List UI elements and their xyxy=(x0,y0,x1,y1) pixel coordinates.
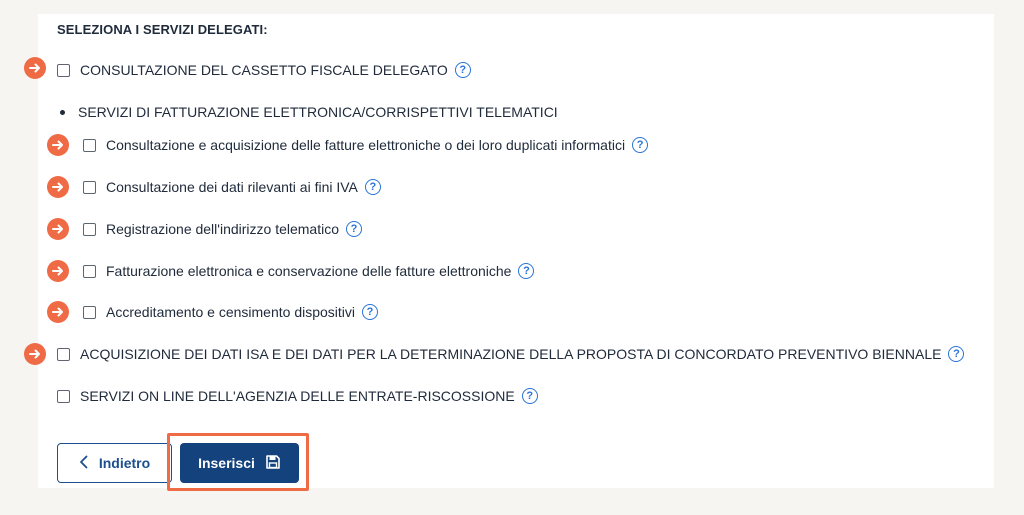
question-circle-icon[interactable]: ? xyxy=(521,388,538,404)
back-button[interactable]: Indietro xyxy=(57,443,172,483)
service-label: SERVIZI ON LINE DELL'AGENZIA DELLE ENTRA… xyxy=(80,388,515,404)
question-circle-icon[interactable]: ? xyxy=(364,179,381,195)
service-sub-row[interactable]: Consultazione e acquisizione delle fattu… xyxy=(83,135,649,155)
service-label: Registrazione dell'indirizzo telematico xyxy=(106,221,340,237)
question-circle-icon[interactable]: ? xyxy=(346,221,363,237)
chevron-left-icon xyxy=(79,455,89,472)
arrow-right-icon xyxy=(24,343,46,365)
service-sub-row[interactable]: Accreditamento e censimento dispositivi … xyxy=(83,302,379,322)
insert-button[interactable]: Inserisci xyxy=(180,443,299,483)
service-label: CONSULTAZIONE DEL CASSETTO FISCALE DELEG… xyxy=(80,62,448,78)
checkbox-riscossione[interactable] xyxy=(57,389,70,403)
checkbox-isa[interactable] xyxy=(57,347,70,361)
question-circle-icon[interactable]: ? xyxy=(518,263,535,279)
service-label: Fatturazione elettronica e conservazione… xyxy=(106,263,512,279)
arrow-right-icon xyxy=(47,176,69,198)
service-label: Consultazione e acquisizione delle fattu… xyxy=(106,137,626,153)
group-label: SERVIZI DI FATTURAZIONE ELETTRONICA/CORR… xyxy=(78,104,558,120)
service-label: ACQUISIZIONE DEI DATI ISA E DEI DATI PER… xyxy=(80,346,942,362)
service-label: Accreditamento e censimento dispositivi xyxy=(106,304,356,320)
service-isa-row[interactable]: ACQUISIZIONE DEI DATI ISA E DEI DATI PER… xyxy=(57,344,965,364)
checkbox-accreditamento[interactable] xyxy=(83,305,96,319)
arrow-right-icon xyxy=(47,218,69,240)
checkbox-fatturazione-conservazione[interactable] xyxy=(83,264,96,278)
question-circle-icon[interactable]: ? xyxy=(948,346,965,362)
question-circle-icon[interactable]: ? xyxy=(362,304,379,320)
service-label: Consultazione dei dati rilevanti ai fini… xyxy=(106,179,358,195)
checkbox-consultazione-fatture[interactable] xyxy=(83,138,96,152)
service-sub-row[interactable]: Fatturazione elettronica e conservazione… xyxy=(83,261,535,281)
arrow-right-icon xyxy=(24,57,46,79)
checkbox-dati-iva[interactable] xyxy=(83,180,96,194)
service-riscossione-row[interactable]: SERVIZI ON LINE DELL'AGENZIA DELLE ENTRA… xyxy=(57,386,538,406)
question-circle-icon[interactable]: ? xyxy=(454,62,471,78)
bullet-icon xyxy=(60,109,65,115)
arrow-right-icon xyxy=(47,301,69,323)
service-group-fatturazione: SERVIZI DI FATTURAZIONE ELETTRONICA/CORR… xyxy=(60,102,558,122)
insert-button-label: Inserisci xyxy=(198,455,255,471)
back-button-label: Indietro xyxy=(98,455,151,471)
question-circle-icon[interactable]: ? xyxy=(632,137,649,153)
section-heading: SELEZIONA I SERVIZI DELEGATI: xyxy=(57,22,268,37)
arrow-right-icon xyxy=(47,134,69,156)
service-sub-row[interactable]: Registrazione dell'indirizzo telematico … xyxy=(83,219,363,239)
form-panel xyxy=(38,14,994,488)
floppy-disk-icon xyxy=(265,454,281,473)
checkbox-cassetto[interactable] xyxy=(57,63,70,77)
arrow-right-icon xyxy=(47,260,69,282)
checkbox-indirizzo-telematico[interactable] xyxy=(83,222,96,236)
service-sub-row[interactable]: Consultazione dei dati rilevanti ai fini… xyxy=(83,177,381,197)
service-cassetto-row[interactable]: CONSULTAZIONE DEL CASSETTO FISCALE DELEG… xyxy=(57,60,471,80)
